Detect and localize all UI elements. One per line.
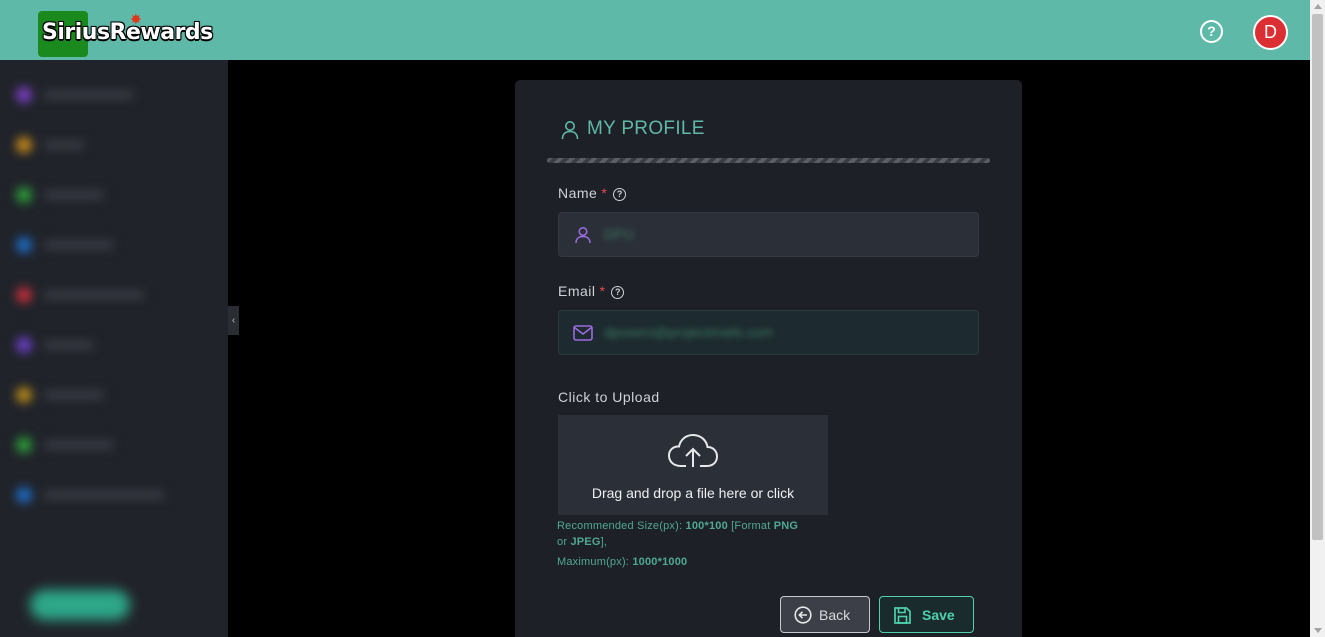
sidebar-item-icon (16, 387, 32, 403)
hint-text: Recommended Size(px): (557, 520, 686, 532)
sidebar-item-label (44, 391, 104, 399)
back-button[interactable]: Back (780, 596, 870, 633)
sidebar-item-icon (16, 487, 32, 503)
sidebar-item-label (44, 491, 164, 499)
sidebar-item[interactable] (16, 236, 206, 254)
mail-icon (573, 325, 593, 341)
sidebar-item[interactable] (16, 186, 206, 204)
hint-value: 1000*1000 (632, 556, 688, 568)
upload-size-hint: Recommended Size(px): 100*100 [Format PN… (557, 518, 827, 550)
name-label-text: Name (558, 185, 598, 201)
logo-text: SiriusRewards (42, 20, 213, 45)
sidebar-item-label (44, 341, 94, 349)
required-mark: * (601, 185, 608, 201)
sidebar-action-button[interactable] (30, 590, 130, 620)
email-label-text: Email (558, 283, 596, 299)
sidebar-item[interactable] (16, 136, 206, 154)
profile-title-text: MY PROFILE (587, 118, 705, 139)
arrow-left-circle-icon (794, 606, 812, 624)
save-button-label: Save (922, 607, 955, 623)
sidebar-item-icon (16, 137, 32, 153)
help-icon[interactable]: ? (1200, 20, 1223, 43)
profile-card: MY PROFILE Name *? DPU Email *? dpusers@pr… (515, 80, 1022, 637)
scroll-down-arrow-icon[interactable] (1314, 628, 1322, 633)
hint-value: JPEG (570, 536, 601, 548)
file-upload-dropzone[interactable]: Drag and drop a file here or click (558, 415, 828, 515)
user-icon (575, 226, 591, 244)
sidebar-item-label (44, 191, 104, 199)
name-label: Name *? (558, 185, 627, 201)
profile-title: MY PROFILE (561, 118, 705, 140)
page-scrollbar[interactable] (1310, 0, 1325, 637)
email-value: dpusers@projectmails.com (604, 324, 774, 340)
required-mark: * (599, 283, 606, 299)
floppy-disk-icon (894, 607, 911, 624)
sidebar-item-label (44, 141, 84, 149)
top-bar: SiriusRewards ✸ ? D (0, 0, 1310, 60)
upload-label: Click to Upload (558, 389, 660, 405)
sirius-rewards-logo[interactable]: SiriusRewards ✸ (38, 11, 233, 57)
sidebar-item-icon (16, 87, 32, 103)
user-icon (561, 121, 579, 140)
sidebar-item[interactable] (16, 486, 206, 504)
sidebar-item[interactable] (16, 286, 206, 304)
scrollbar-thumb[interactable] (1312, 14, 1323, 540)
name-field[interactable]: DPU (558, 212, 979, 257)
email-field[interactable]: dpusers@projectmails.com (558, 310, 979, 355)
hint-text: ], (600, 536, 608, 548)
hint-value: PNG (773, 520, 799, 532)
upload-max-hint: Maximum(px): 1000*1000 (557, 554, 687, 570)
upload-instructions: Drag and drop a file here or click (591, 485, 795, 501)
sidebar-item[interactable] (16, 436, 206, 454)
save-button[interactable]: Save (879, 596, 974, 633)
hint-text: or (557, 536, 571, 548)
sidebar-collapse-button[interactable]: ‹ (228, 306, 239, 335)
hint-value: 100*100 (685, 520, 728, 532)
user-avatar[interactable]: D (1253, 15, 1288, 50)
sidebar-item-icon (16, 337, 32, 353)
sidebar-item-icon (16, 287, 32, 303)
sidebar-item-icon (16, 437, 32, 453)
logo-star-icon: ✸ (130, 11, 142, 27)
sidebar-item[interactable] (16, 336, 206, 354)
sidebar (0, 60, 228, 637)
email-label: Email *? (558, 283, 625, 299)
hint-text: [Format (727, 520, 774, 532)
back-button-label: Back (819, 607, 851, 623)
cloud-upload-icon (667, 433, 719, 467)
hint-text: Maximum(px): (557, 556, 633, 568)
sidebar-item[interactable] (16, 386, 206, 404)
sidebar-item[interactable] (16, 86, 206, 104)
sidebar-item-label (44, 441, 114, 449)
sidebar-item-label (44, 91, 134, 99)
title-divider (547, 158, 990, 163)
name-value: DPU (604, 226, 634, 242)
sidebar-item-icon (16, 237, 32, 253)
sidebar-item-icon (16, 187, 32, 203)
email-help-icon[interactable]: ? (611, 286, 625, 299)
scroll-up-arrow-icon[interactable] (1314, 4, 1322, 9)
sidebar-item-label (44, 291, 144, 299)
name-help-icon[interactable]: ? (613, 188, 627, 201)
sidebar-item-label (44, 241, 114, 249)
